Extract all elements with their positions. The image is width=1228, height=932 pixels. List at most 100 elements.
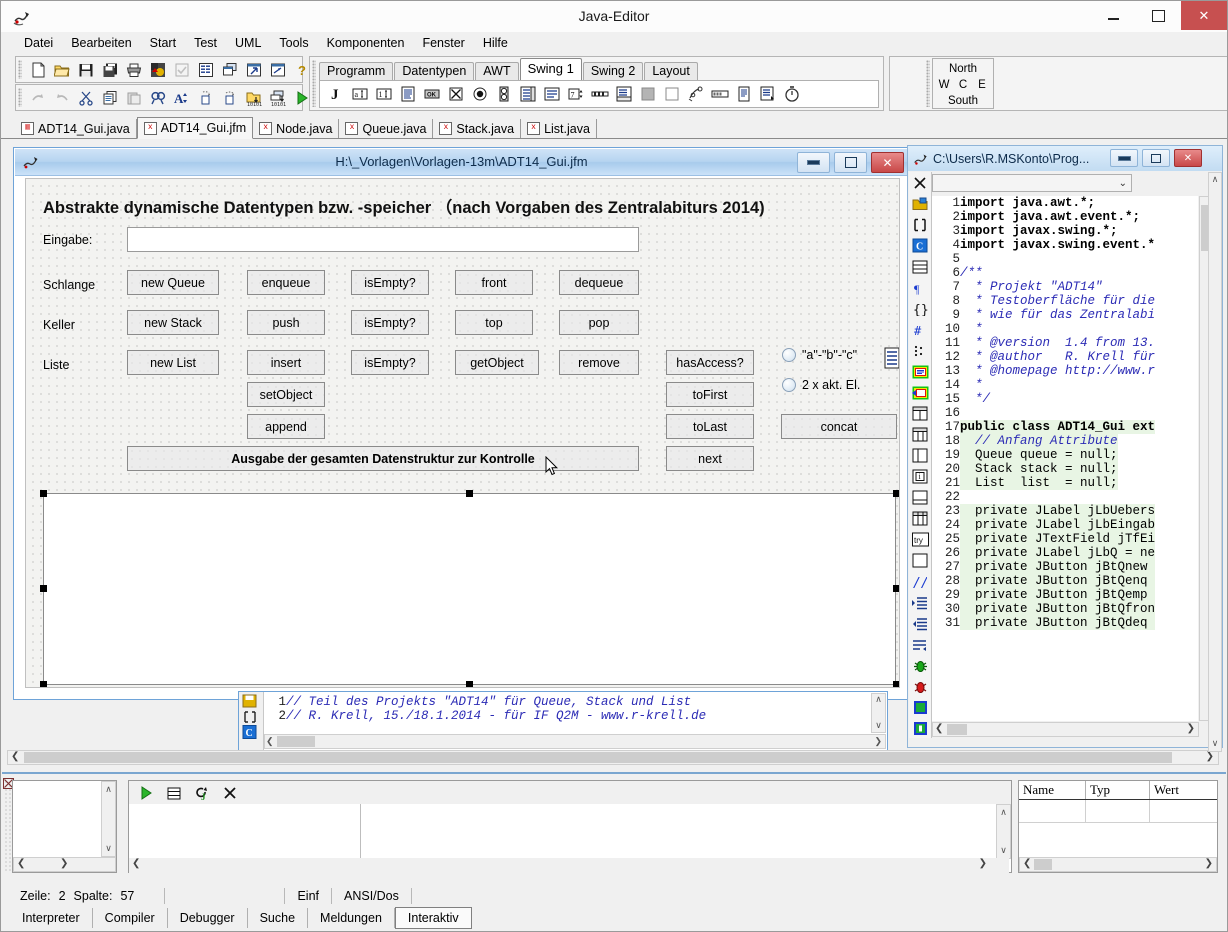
scroll-right-arrow[interactable]: ❯ <box>1206 751 1214 762</box>
list-component-icon[interactable] <box>884 347 900 371</box>
select-icon[interactable] <box>239 708 263 724</box>
scroll-down-arrow[interactable]: ∨ <box>1209 738 1221 749</box>
textarea-icon[interactable] <box>397 83 419 105</box>
image-icon[interactable] <box>147 59 169 81</box>
btn-dequeue[interactable]: dequeue <box>559 270 639 295</box>
tab-awt[interactable]: AWT <box>475 62 518 80</box>
panel-icon[interactable] <box>909 445 931 466</box>
indent-right-icon[interactable] <box>909 592 931 613</box>
code-maximize-button[interactable] <box>1142 149 1170 167</box>
toolbar-grip-2[interactable] <box>18 88 22 107</box>
template2-icon[interactable] <box>909 424 931 445</box>
btn-ausgabe[interactable]: Ausgabe der gesamten Datenstruktur zur K… <box>127 446 639 471</box>
tab-swing2[interactable]: Swing 2 <box>583 62 643 80</box>
layout-north[interactable]: North <box>933 61 993 77</box>
watch-hscrollbar[interactable]: ❮ ❯ <box>1019 857 1217 872</box>
scroll-left-arrow[interactable]: ❮ <box>1023 858 1031 869</box>
form-canvas[interactable]: Abstrakte dynamische Datentypen bzw. -sp… <box>25 178 900 688</box>
btn-new-stack[interactable]: new Stack <box>127 310 219 335</box>
structure-icon[interactable] <box>195 59 217 81</box>
indent-out-icon[interactable] <box>219 87 241 109</box>
maximize-button[interactable] <box>1136 1 1181 30</box>
menu-bearbeiten[interactable]: Bearbeiten <box>62 34 140 52</box>
line-comment-icon[interactable]: // <box>909 571 931 592</box>
radiobutton-icon[interactable] <box>469 83 491 105</box>
menu-fenster[interactable]: Fenster <box>413 34 473 52</box>
scroll-right-arrow[interactable]: ❯ <box>1187 723 1195 734</box>
btn-remove[interactable]: remove <box>559 350 639 375</box>
formattedfield-icon[interactable]: 1 <box>373 83 395 105</box>
scroll-up-arrow[interactable]: ∧ <box>102 784 115 795</box>
code-close-button[interactable]: ✕ <box>1174 149 1202 167</box>
btn-enqueue[interactable]: enqueue <box>247 270 325 295</box>
menu-test[interactable]: Test <box>185 34 226 52</box>
code-class-combo[interactable]: ⌄ <box>932 174 1132 192</box>
btn-append[interactable]: append <box>247 414 325 439</box>
output-textarea[interactable] <box>43 493 896 685</box>
scroll-right-arrow[interactable]: ❯ <box>1205 858 1213 869</box>
layout-grip[interactable] <box>926 60 930 107</box>
scroll-up-arrow[interactable]: ∧ <box>1209 174 1221 185</box>
btn-tofirst[interactable]: toFirst <box>666 382 754 407</box>
compile-java-icon[interactable]: J <box>191 782 213 804</box>
console-vscrollbar[interactable]: ∧ ∨ <box>996 804 1011 859</box>
save-icon[interactable] <box>75 59 97 81</box>
windows-icon[interactable] <box>219 59 241 81</box>
btn-concat[interactable]: concat <box>781 414 897 439</box>
toolbar-grip[interactable] <box>18 60 22 79</box>
dots-icon[interactable] <box>909 340 931 361</box>
menu-uml[interactable]: UML <box>226 34 270 52</box>
paragraph-icon[interactable]: ¶ <box>909 277 931 298</box>
lower-code-hscrollbar[interactable]: ❮ ❯ <box>264 734 886 749</box>
file-tab-queue-java[interactable]: x Queue.java <box>339 119 433 138</box>
tab-suche[interactable]: Suche <box>248 908 308 928</box>
btn-pop[interactable]: pop <box>559 310 639 335</box>
code-text-area[interactable]: 1import java.awt.*; 2import java.awt.eve… <box>932 196 1198 721</box>
btn-front[interactable]: front <box>455 270 533 295</box>
scroll-thumb[interactable] <box>947 724 967 735</box>
menu-datei[interactable]: Datei <box>15 34 62 52</box>
separator-icon[interactable] <box>661 83 683 105</box>
file-tab-adt14-gui-jfm[interactable]: x ADT14_Gui.jfm <box>137 117 253 139</box>
tree-icon[interactable] <box>685 83 707 105</box>
layout-west[interactable]: W <box>937 77 951 93</box>
watch-variables-panel[interactable]: Name Typ Wert ❮ ❯ <box>1018 780 1218 873</box>
btn-queue-isempty[interactable]: isEmpty? <box>351 270 429 295</box>
compile-icon[interactable] <box>909 697 931 718</box>
debug-stop-icon[interactable] <box>909 676 931 697</box>
folder-compile-icon[interactable]: 10101 <box>243 87 265 109</box>
palette-grip[interactable] <box>312 60 316 107</box>
interactive-console-body[interactable]: ∧ ∨ ❮ ❯ <box>129 804 1011 872</box>
font-icon[interactable]: A <box>171 87 193 109</box>
tab-meldungen[interactable]: Meldungen <box>308 908 395 928</box>
resize-handle-n[interactable] <box>466 490 473 497</box>
timer-icon[interactable] <box>781 83 803 105</box>
objectlist-vscrollbar[interactable]: ∧ ∨ <box>101 781 116 857</box>
tab-datentypen[interactable]: Datentypen <box>394 62 474 80</box>
tab-interaktiv[interactable]: Interaktiv <box>395 907 472 929</box>
menu-hilfe[interactable]: Hilfe <box>474 34 517 52</box>
tab-compiler[interactable]: Compiler <box>93 908 168 928</box>
resize-handle-nw[interactable] <box>40 490 47 497</box>
menu-komponenten[interactable]: Komponenten <box>318 34 414 52</box>
template-icon[interactable] <box>909 403 931 424</box>
scroll-thumb[interactable] <box>24 752 1172 763</box>
interactive-object-list[interactable]: ∧ ∨ ❮ ❯ <box>12 780 117 873</box>
run-icon[interactable] <box>135 782 157 804</box>
btn-new-queue[interactable]: new Queue <box>127 270 219 295</box>
scroll-left-arrow[interactable]: ❮ <box>132 858 140 869</box>
scroll-right-arrow[interactable]: ❯ <box>60 858 68 869</box>
menu-tools[interactable]: Tools <box>270 34 317 52</box>
info-icon[interactable]: i <box>909 466 931 487</box>
tab-interpreter[interactable]: Interpreter <box>10 908 93 928</box>
clear-icon[interactable] <box>219 782 241 804</box>
table-icon[interactable] <box>613 83 635 105</box>
scroll-up-arrow[interactable]: ∧ <box>997 807 1010 818</box>
comment-block-icon[interactable] <box>909 361 931 382</box>
scroll-right-arrow[interactable]: ❯ <box>979 858 987 869</box>
spinner-icon[interactable]: 7 <box>565 83 587 105</box>
label-icon[interactable] <box>733 83 755 105</box>
scroll-left-arrow[interactable]: ❮ <box>17 858 25 869</box>
class-icon[interactable]: C <box>909 235 931 256</box>
scroll-right-arrow[interactable]: ❯ <box>874 736 882 747</box>
